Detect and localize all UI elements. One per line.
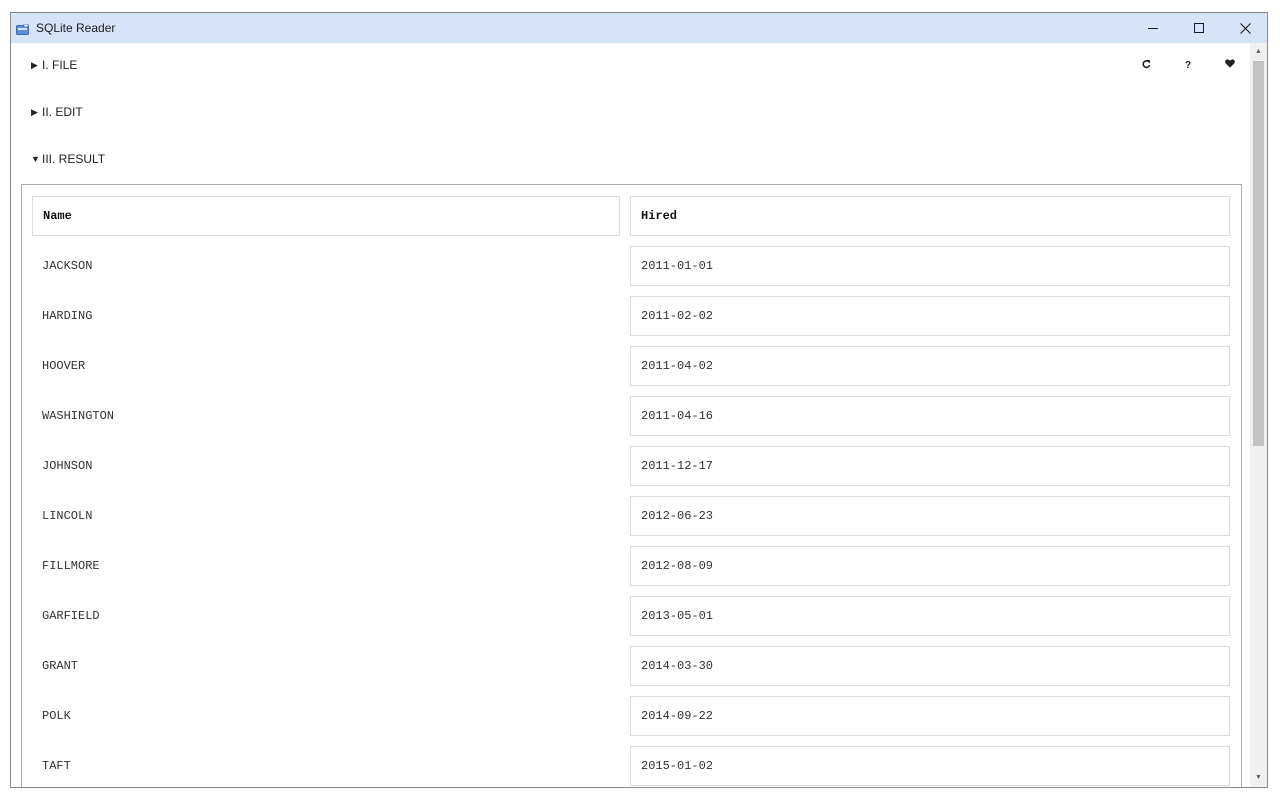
database-app-icon xyxy=(16,22,29,35)
cell-name: TAFT xyxy=(42,759,71,773)
cell-hired[interactable]: 2014-09-22 xyxy=(630,696,1230,736)
section-edit-label: II. EDIT xyxy=(42,105,83,119)
favorite-button[interactable] xyxy=(1223,58,1237,72)
cell-name: HOOVER xyxy=(42,359,86,373)
section-file-label: I. FILE xyxy=(42,58,78,72)
scroll-up-icon[interactable]: ▲ xyxy=(1250,45,1267,58)
minimize-icon xyxy=(1148,23,1158,33)
result-table: Name Hired JACKSON 2011-01-01 HARDING 20… xyxy=(21,184,1242,787)
cell-hired[interactable]: 2011-12-17 xyxy=(630,446,1230,486)
maximize-icon xyxy=(1194,23,1204,33)
cell-hired[interactable]: 2014-03-30 xyxy=(630,646,1230,686)
cell-name: GRANT xyxy=(42,659,79,673)
cell-hired[interactable]: 2013-05-01 xyxy=(630,596,1230,636)
cell-name: HARDING xyxy=(42,309,93,323)
cell-name: JOHNSON xyxy=(42,459,93,473)
close-icon xyxy=(1239,22,1251,34)
column-header-name: Name xyxy=(32,196,620,236)
cell-name: FILLMORE xyxy=(42,559,100,573)
minimize-button[interactable] xyxy=(1130,13,1176,43)
desktop: SQLite Reader ▶ I. FILE ▶ II. EDIT ▼ III… xyxy=(0,0,1280,800)
title-bar[interactable]: SQLite Reader xyxy=(11,13,1267,43)
cell-hired[interactable]: 2011-02-02 xyxy=(630,296,1230,336)
cell-hired[interactable]: 2011-04-16 xyxy=(630,396,1230,436)
cell-name: WASHINGTON xyxy=(42,409,115,423)
caret-down-icon: ▼ xyxy=(31,154,40,164)
section-result-label: III. RESULT xyxy=(42,152,106,166)
window-title: SQLite Reader xyxy=(36,21,116,35)
app-window: SQLite Reader ▶ I. FILE ▶ II. EDIT ▼ III… xyxy=(10,12,1268,788)
maximize-button[interactable] xyxy=(1176,13,1222,43)
cell-name: POLK xyxy=(42,709,71,723)
cell-hired[interactable]: 2012-06-23 xyxy=(630,496,1230,536)
main-content: ▶ I. FILE ▶ II. EDIT ▼ III. RESULT ? Nam… xyxy=(11,43,1250,787)
close-button[interactable] xyxy=(1222,13,1267,43)
vertical-scrollbar[interactable]: ▲ ▼ xyxy=(1250,43,1267,787)
refresh-button[interactable] xyxy=(1139,58,1153,72)
caret-right-icon: ▶ xyxy=(31,59,38,70)
heart-icon xyxy=(1225,59,1235,71)
section-result-toggle[interactable]: ▼ III. RESULT xyxy=(31,151,105,167)
cell-name: GARFIELD xyxy=(42,609,100,623)
cell-hired[interactable]: 2015-01-02 xyxy=(630,746,1230,786)
cell-name: JACKSON xyxy=(42,259,93,273)
section-file-toggle[interactable]: ▶ I. FILE xyxy=(31,57,77,73)
scroll-down-icon[interactable]: ▼ xyxy=(1250,771,1267,784)
section-edit-toggle[interactable]: ▶ II. EDIT xyxy=(31,104,83,120)
cell-hired[interactable]: 2011-01-01 xyxy=(630,246,1230,286)
cell-name: LINCOLN xyxy=(42,509,93,523)
help-button[interactable]: ? xyxy=(1181,58,1195,72)
cell-hired[interactable]: 2012-08-09 xyxy=(630,546,1230,586)
caret-right-icon: ▶ xyxy=(31,106,38,117)
column-header-hired: Hired xyxy=(630,196,1230,236)
refresh-icon xyxy=(1141,59,1151,72)
help-icon: ? xyxy=(1184,59,1192,71)
cell-hired[interactable]: 2011-04-02 xyxy=(630,346,1230,386)
scrollbar-thumb[interactable] xyxy=(1253,61,1264,446)
